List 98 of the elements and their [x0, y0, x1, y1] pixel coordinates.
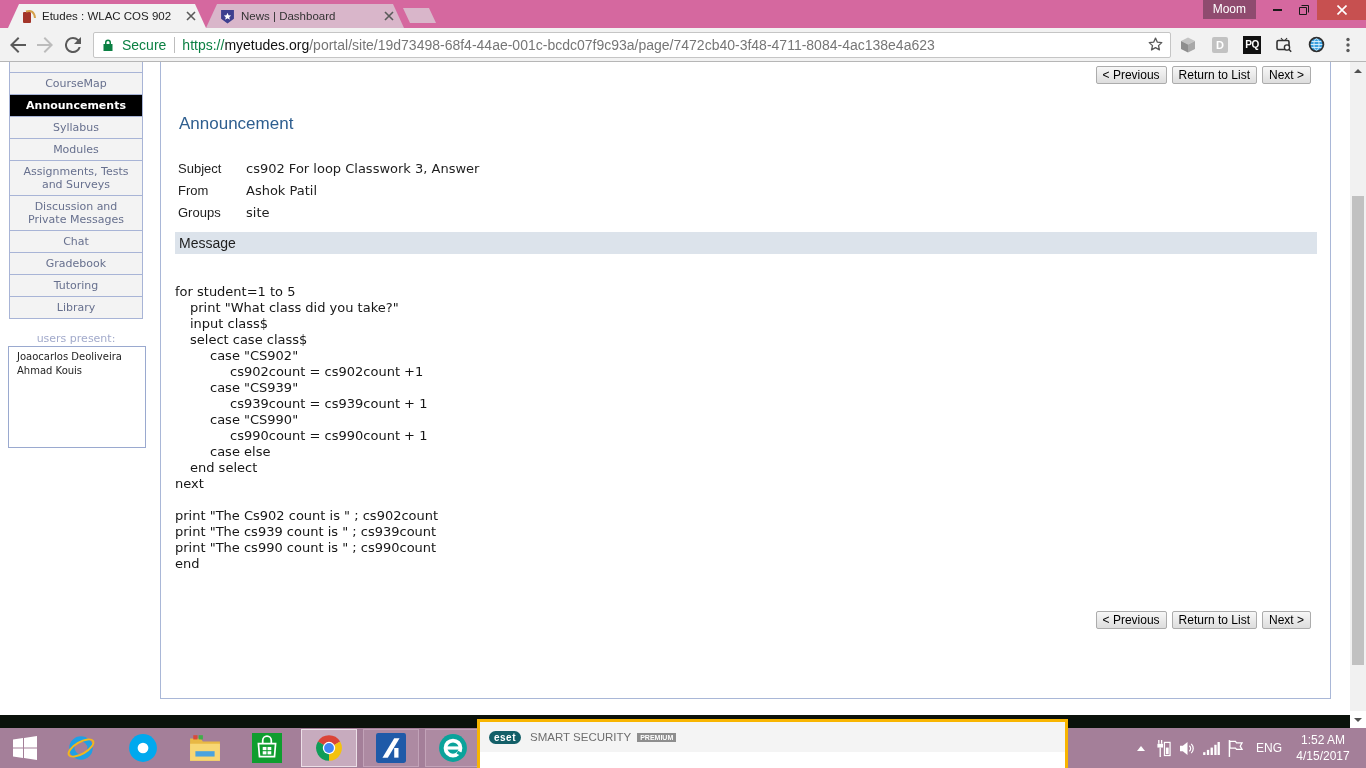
sidebar-nav-item[interactable] — [9, 62, 143, 73]
code-line: cs902count = cs902count +1 — [230, 364, 424, 380]
restore-icon — [1298, 5, 1309, 15]
browser-tab[interactable]: News | Dashboard — [206, 4, 404, 28]
code-line: next — [175, 476, 204, 492]
sidebar-nav-item[interactable]: Tutoring — [9, 275, 143, 297]
minimize-icon — [1272, 9, 1282, 11]
field-value: cs902 For loop Classwork 3, Answer — [246, 161, 480, 177]
ring-icon — [128, 733, 158, 763]
back-arrow-icon — [10, 36, 26, 53]
caret-up-icon[interactable] — [1137, 745, 1145, 751]
code-line: cs939count = cs939count + 1 — [230, 396, 428, 412]
code-line: case "CS939" — [210, 380, 299, 396]
code-line: case "CS990" — [210, 412, 299, 428]
code-line: input class$ — [190, 316, 269, 332]
code-line: case else — [210, 444, 271, 460]
sidebar-nav-item[interactable]: Gradebook — [9, 253, 143, 275]
ring-orbit-icon — [66, 733, 96, 763]
ring-tile-icon — [438, 733, 468, 763]
folder-icon — [189, 733, 221, 763]
code-line: for student=1 to 5 — [175, 284, 296, 300]
sidebar-nav-item[interactable]: Library — [9, 297, 143, 319]
more-vertical-icon — [1346, 36, 1350, 53]
code-line: case "CS902" — [210, 348, 299, 364]
tab-title: Etudes : WLAC COS 902 — [42, 9, 172, 24]
signal-bars-icon[interactable] — [1202, 741, 1220, 755]
star-icon — [1147, 37, 1163, 52]
sidebar-nav-item[interactable]: Announcements — [9, 95, 143, 117]
code-line: print "What class did you take?" — [190, 300, 399, 316]
code-line: print "The Cs902 count is " ; cs902count — [175, 508, 439, 524]
code-line: print "The cs939 count is " ; cs939count — [175, 524, 437, 540]
product-name: SMART SECURITY — [530, 730, 632, 744]
code-line: cs990count = cs990count + 1 — [230, 428, 428, 444]
scrollbar[interactable] — [1350, 62, 1366, 728]
caret-up-icon[interactable] — [1354, 68, 1362, 73]
code-line: select case class$ — [190, 332, 308, 348]
sidebar-nav-item[interactable]: Syllabus — [9, 117, 143, 139]
sidebar-nav-item[interactable]: Chat — [9, 231, 143, 253]
field-value: Ashok Patil — [246, 183, 318, 199]
close-icon — [1336, 5, 1347, 15]
return-to-list-button[interactable]: Return to List — [1171, 66, 1257, 84]
logo-label: eset — [489, 730, 521, 744]
new-tab-button[interactable] — [403, 8, 436, 23]
address-bar[interactable]: Secure https://myetudes.org/portal/site/19d73498-68f4-44ae-001c-bcdc07f9c93a/page/7472cb40-3f48-4711-8084-4ac138e4a623 — [93, 31, 1171, 58]
code-line: end select — [190, 460, 258, 476]
browser-tab[interactable]: Etudes : WLAC COS 902 — [8, 4, 206, 28]
shield-star-icon — [220, 8, 235, 24]
lock-icon — [103, 38, 113, 51]
field-label: Groups — [178, 205, 222, 221]
taskbar-app-button[interactable] — [363, 729, 419, 767]
store-bag-icon — [252, 733, 282, 763]
caret-down-icon[interactable] — [1354, 717, 1362, 722]
titlebar-button[interactable]: Moom — [1202, 0, 1256, 19]
sidebar-nav-item[interactable]: Modules — [9, 139, 143, 161]
return-to-list-button[interactable]: Return to List — [1171, 611, 1257, 629]
field-value: site — [246, 205, 270, 221]
monitor-magnifier-icon — [1276, 36, 1292, 53]
security-label: Secure — [122, 35, 167, 54]
field-label: From — [178, 183, 210, 199]
arc-logo-icon — [22, 9, 36, 23]
cube-icon — [1180, 36, 1196, 53]
sidebar-nav-item[interactable]: CourseMap — [9, 73, 143, 95]
volume-icon[interactable] — [1178, 740, 1196, 756]
windows-logo-icon — [13, 736, 37, 760]
forward-arrow-icon — [37, 36, 53, 53]
message-header: Message — [175, 232, 1317, 254]
sidebar-nav-item[interactable]: Assignments, Tests and Surveys — [9, 161, 143, 196]
previous-button[interactable]: < Previous — [1095, 611, 1167, 629]
language-indicator[interactable]: ENG — [1256, 741, 1282, 755]
url-text: https://myetudes.org/portal/site/19d73498-68f4-44ae-001c-bcdc07f9c93a/page/7472cb40-3f48-4711-8084-4ac138e4a623 — [182, 35, 935, 54]
users-present-label: users present: — [35, 332, 117, 345]
bookmark-button[interactable] — [1146, 35, 1164, 54]
clock-time[interactable]: 1:52 AM — [1301, 732, 1345, 748]
previous-button[interactable]: < Previous — [1095, 66, 1167, 84]
window-close-button[interactable] — [1317, 0, 1366, 20]
tricolor-circle-icon — [315, 734, 343, 762]
scrollbar-thumb[interactable] — [1352, 196, 1364, 665]
clock-date[interactable]: 4/15/2017 — [1296, 748, 1350, 764]
next-button[interactable]: Next > — [1262, 611, 1311, 629]
close-icon[interactable] — [384, 11, 394, 21]
announcement-title: Announcement — [179, 114, 294, 134]
flag-icon[interactable] — [1227, 739, 1243, 757]
extension-button[interactable]: PQ — [1243, 35, 1261, 54]
reload-icon — [65, 36, 81, 53]
user-name: Joaocarlos Deoliveira — [17, 350, 122, 364]
sidebar-nav-item[interactable]: Discussion and Private Messages — [9, 196, 143, 231]
field-label: Subject — [178, 161, 223, 177]
stripe-tile-icon — [376, 733, 406, 763]
extension-button[interactable] — [1307, 35, 1325, 54]
battery-plug-icon[interactable] — [1155, 739, 1171, 757]
tab-title: News | Dashboard — [241, 9, 336, 24]
code-line: end — [175, 556, 200, 572]
code-line: print "The cs990 count is " ; cs990count — [175, 540, 437, 556]
extension-button[interactable] — [1275, 35, 1293, 54]
user-name: Ahmad Kouis — [17, 364, 83, 378]
next-button[interactable]: Next > — [1262, 66, 1311, 84]
close-icon[interactable] — [186, 11, 196, 21]
globe-icon — [1307, 36, 1325, 53]
